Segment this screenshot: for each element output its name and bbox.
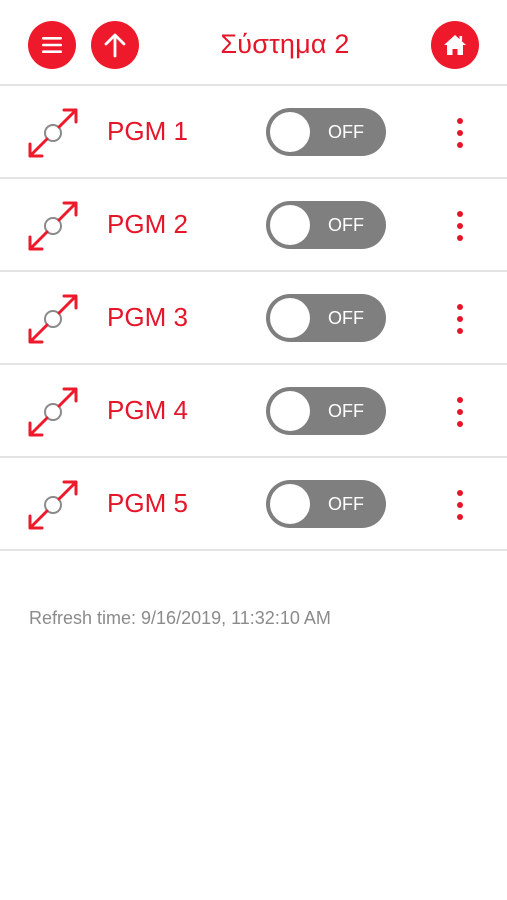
refresh-time-text: Refresh time: 9/16/2019, 11:32:10 AM <box>29 608 331 628</box>
toggle-knob <box>270 484 310 524</box>
pgm-label: PGM 5 <box>107 488 188 518</box>
toggle-state-label: OFF <box>328 494 364 514</box>
more-options-icon[interactable] <box>448 116 472 150</box>
toggle-state-label: OFF <box>328 308 364 328</box>
menu-button[interactable] <box>28 21 76 69</box>
pgm-toggle[interactable]: OFF <box>266 387 386 435</box>
toggle-state-label: OFF <box>328 401 364 421</box>
pgm-row: PGM 3 OFF <box>0 272 507 365</box>
toggle-state-label: OFF <box>328 215 364 235</box>
more-options-icon[interactable] <box>448 209 472 243</box>
pgm-output-icon <box>28 294 78 344</box>
pgm-label: PGM 2 <box>107 209 188 239</box>
pgm-toggle[interactable]: OFF <box>266 294 386 342</box>
pgm-row: PGM 2 OFF <box>0 179 507 272</box>
pgm-row: PGM 4 OFF <box>0 365 507 458</box>
pgm-output-icon <box>28 108 78 158</box>
pgm-row: PGM 1 OFF <box>0 86 507 179</box>
more-options-icon[interactable] <box>448 395 472 429</box>
up-button[interactable] <box>91 21 139 69</box>
pgm-output-icon <box>28 480 78 530</box>
toggle-knob <box>270 391 310 431</box>
page-title: Σύστημα 2 <box>220 29 350 59</box>
pgm-toggle[interactable]: OFF <box>266 480 386 528</box>
pgm-toggle[interactable]: OFF <box>266 201 386 249</box>
more-options-icon[interactable] <box>448 302 472 336</box>
home-button[interactable] <box>431 21 479 69</box>
toggle-knob <box>270 298 310 338</box>
pgm-label: PGM 3 <box>107 302 188 332</box>
hamburger-menu-icon <box>42 37 62 53</box>
pgm-output-icon <box>28 201 78 251</box>
home-icon <box>444 35 466 55</box>
app-header: Σύστημα 2 <box>0 0 507 86</box>
arrow-up-icon <box>104 33 126 58</box>
toggle-knob <box>270 205 310 245</box>
pgm-output-icon <box>28 387 78 437</box>
toggle-state-label: OFF <box>328 122 364 142</box>
pgm-row: PGM 5 OFF <box>0 458 507 551</box>
toggle-knob <box>270 112 310 152</box>
pgm-label: PGM 1 <box>107 116 188 146</box>
pgm-toggle[interactable]: OFF <box>266 108 386 156</box>
pgm-list: PGM 1 OFF PGM 2 OFF PGM 3 OFF PGM 4 OFF … <box>0 86 507 551</box>
more-options-icon[interactable] <box>448 488 472 522</box>
pgm-label: PGM 4 <box>107 395 188 425</box>
